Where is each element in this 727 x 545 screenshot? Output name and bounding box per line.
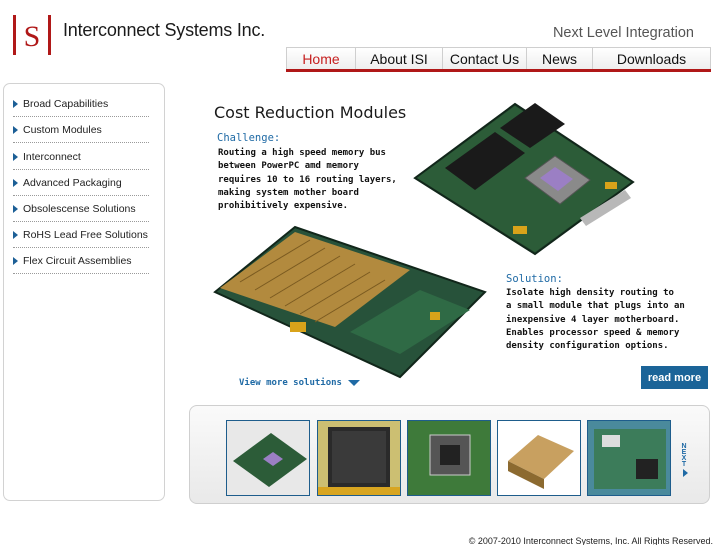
- arrow-right-icon: [13, 99, 18, 108]
- nav-contact[interactable]: Contact Us: [442, 48, 526, 69]
- svg-text:S: S: [24, 20, 41, 53]
- view-more-label: View more solutions: [239, 378, 342, 388]
- sidebar-item-flex-circuit[interactable]: Flex Circuit Assemblies: [13, 248, 149, 274]
- arrow-right-icon: [13, 178, 18, 187]
- feature-title: Cost Reduction Modules: [214, 103, 407, 122]
- sidebar-item-label: Obsolescense Solutions: [23, 202, 136, 215]
- arrow-right-icon: [13, 152, 18, 161]
- sidebar-item-label: Interconnect: [23, 150, 81, 163]
- next-button[interactable]: NEXT: [680, 443, 690, 477]
- thumbnail-module-board[interactable]: [226, 420, 310, 496]
- arrow-right-icon: [682, 469, 688, 477]
- arrow-right-icon: [13, 204, 18, 213]
- thumbnail-bga-chip[interactable]: [317, 420, 401, 496]
- sidebar-item-label: Broad Capabilities: [23, 97, 109, 110]
- challenge-heading: Challenge:: [217, 132, 281, 144]
- sidebar-item-label: RoHS Lead Free Solutions: [23, 228, 148, 241]
- chip-carrier-thumb-image: [408, 421, 490, 495]
- read-more-button[interactable]: read more: [641, 366, 708, 389]
- arrow-right-icon: [13, 125, 18, 134]
- next-label: NEXT: [680, 443, 688, 467]
- circuit-board-thumb-image: [588, 421, 670, 495]
- sidebar-item-obsolescense-solutions[interactable]: Obsolescense Solutions: [13, 196, 149, 222]
- sidebar-item-label: Custom Modules: [23, 123, 102, 136]
- isi-logo[interactable]: S: [12, 13, 54, 57]
- nav-news[interactable]: News: [526, 48, 592, 69]
- pin-grid-module-image: [213, 225, 487, 379]
- sidebar-item-advanced-packaging[interactable]: Advanced Packaging: [13, 170, 149, 196]
- tagline: Next Level Integration: [552, 25, 694, 41]
- solution-heading: Solution:: [506, 273, 563, 285]
- sidebar-item-custom-modules[interactable]: Custom Modules: [13, 117, 149, 143]
- view-more-link[interactable]: View more solutions: [239, 378, 360, 388]
- module-board-thumb-image: [227, 421, 309, 495]
- nav-about[interactable]: About ISI: [355, 48, 442, 69]
- thumbnail-circuit-board[interactable]: [587, 420, 671, 496]
- main-nav: Home About ISI Contact Us News Downloads: [286, 47, 711, 72]
- copyright: © 2007-2010 Interconnect Systems, Inc. A…: [468, 536, 713, 545]
- sidebar-item-rohs-lead-free[interactable]: RoHS Lead Free Solutions: [13, 222, 149, 248]
- sidebar-item-label: Flex Circuit Assemblies: [23, 254, 132, 267]
- sidebar: Broad Capabilities Custom Modules Interc…: [3, 83, 165, 501]
- solution-text: Isolate high density routing to a small …: [506, 288, 685, 352]
- thumbnail-chip-carrier[interactable]: [407, 420, 491, 496]
- nav-home[interactable]: Home: [286, 48, 355, 69]
- company-name: Interconnect Systems Inc.: [63, 20, 266, 40]
- challenge-text: Routing a high speed memory bus between …: [218, 148, 397, 212]
- gold-connector-thumb-image: [498, 421, 580, 495]
- bga-chip-thumb-image: [318, 421, 400, 495]
- arrow-right-icon: [13, 230, 18, 239]
- thumbnail-gold-connector[interactable]: [497, 420, 581, 496]
- chevron-down-icon: [347, 380, 360, 386]
- sidebar-item-broad-capabilities[interactable]: Broad Capabilities: [13, 91, 149, 117]
- sidebar-item-label: Advanced Packaging: [23, 176, 122, 189]
- nav-downloads[interactable]: Downloads: [592, 48, 711, 69]
- sidebar-item-interconnect[interactable]: Interconnect: [13, 144, 149, 170]
- arrow-right-icon: [13, 256, 18, 265]
